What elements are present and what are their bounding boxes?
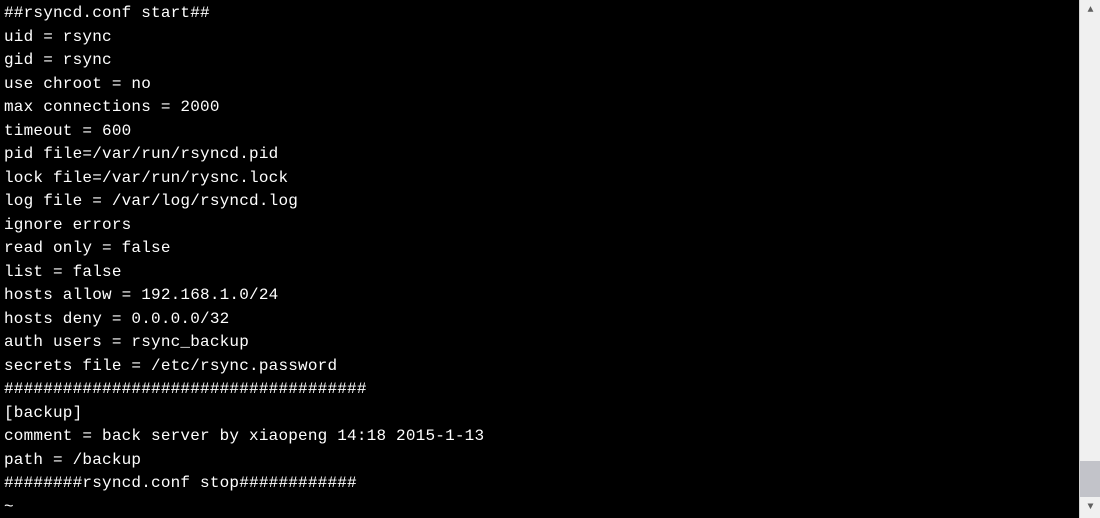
scrollbar-thumb[interactable] [1080, 461, 1100, 497]
chevron-up-icon: ▲ [1087, 5, 1093, 16]
scrollbar-track[interactable] [1080, 21, 1100, 497]
scroll-down-button[interactable]: ▼ [1080, 497, 1100, 518]
scroll-up-button[interactable]: ▲ [1080, 0, 1100, 21]
terminal-content[interactable]: ##rsyncd.conf start## uid = rsync gid = … [0, 0, 1079, 518]
chevron-down-icon: ▼ [1087, 502, 1093, 513]
vertical-scrollbar[interactable]: ▲ ▼ [1079, 0, 1100, 518]
